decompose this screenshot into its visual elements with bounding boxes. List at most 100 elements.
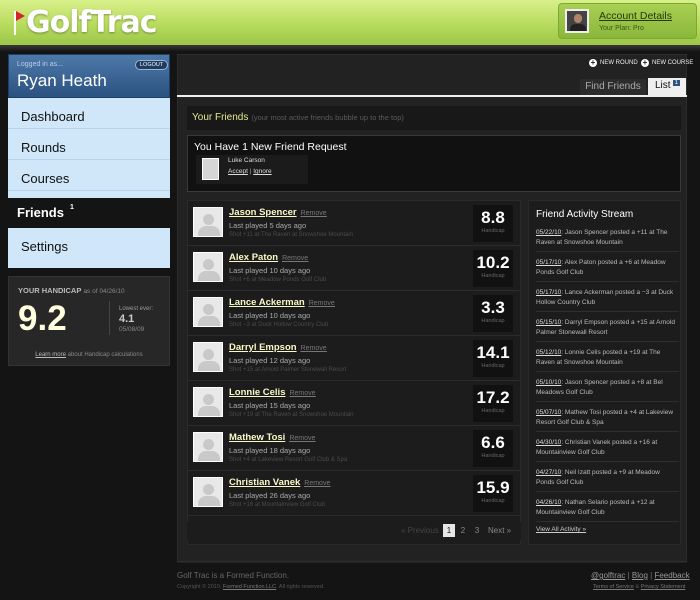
previous-page-link[interactable]: « Previous (401, 526, 439, 535)
user-box: Logged in as... LOGOUT Ryan Heath (8, 54, 170, 98)
feedback-link[interactable]: Feedback (654, 571, 689, 580)
sidebar-item-friends[interactable]: Friends 1 (0, 198, 176, 228)
new-course-button[interactable]: + NEW COURSE (641, 59, 693, 67)
section-subtitle: (your most active friends bubble up to t… (251, 113, 404, 122)
lowest-label: Lowest ever: (119, 306, 154, 312)
last-played: Last played 15 days ago (229, 401, 311, 410)
friend-handicap: 6.6 Handicap (473, 430, 513, 467)
remove-link[interactable]: Remove (301, 345, 327, 352)
last-played: Last played 5 days ago (229, 221, 307, 230)
avatar[interactable] (565, 9, 589, 33)
view-all-activity-link[interactable]: View All Activity » (536, 526, 586, 533)
handicap-as-of: as of 04/26/10 (83, 288, 125, 295)
lowest-date: 05/08/09 (119, 326, 145, 333)
stream-date-link[interactable]: 04/27/10 (536, 469, 561, 476)
last-shot: Shot +15 at Arnold Palmer Stonewall Reso… (229, 367, 347, 373)
twitter-link[interactable]: @golftrac (591, 571, 625, 580)
last-shot: Shot +11 at The Raven at Snowshoe Mounta… (229, 232, 354, 238)
remove-link[interactable]: Remove (282, 255, 308, 262)
last-shot: Shot +6 at Meadow Ponds Golf Club (229, 277, 327, 283)
friend-avatar[interactable] (193, 207, 223, 237)
new-round-button[interactable]: + NEW ROUND (589, 59, 638, 67)
last-played: Last played 26 days ago (229, 491, 311, 500)
accept-link[interactable]: Accept (228, 168, 248, 175)
friend-avatar[interactable] (193, 252, 223, 282)
friend-name-link[interactable]: Alex Paton Remove (229, 252, 308, 263)
stream-date-link[interactable]: 05/17/10 (536, 259, 561, 266)
stream-date-link[interactable]: 05/10/10 (536, 379, 561, 386)
footer-links: @golftrac | Blog | Feedback (591, 571, 690, 580)
stream-item: 04/26/10: Nathan Selario posted a +12 at… (536, 498, 679, 522)
stream-date-link[interactable]: 05/17/10 (536, 289, 561, 296)
friends-badge: 1 (69, 204, 74, 211)
friend-avatar[interactable] (193, 297, 223, 327)
sidebar-item-rounds[interactable]: Rounds (8, 129, 170, 160)
stream-title: Friend Activity Stream (536, 209, 634, 220)
account-panel: Account Details Your Plan: Pro (558, 3, 697, 39)
page-2[interactable]: 2 (457, 524, 469, 537)
sidebar-item-dashboard[interactable]: Dashboard (8, 98, 170, 129)
last-played: Last played 10 days ago (229, 266, 311, 275)
friend-name-link[interactable]: Jason Spencer Remove (229, 207, 327, 218)
remove-link[interactable]: Remove (289, 435, 315, 442)
activity-stream: Friend Activity Stream 05/22/10: Jason S… (528, 200, 681, 545)
blog-link[interactable]: Blog (632, 571, 648, 580)
friend-name-link[interactable]: Darryl Empson Remove (229, 342, 327, 353)
friend-row: Lance Ackerman Remove Last played 10 days… (188, 291, 520, 336)
friend-row: Alex Paton Remove Last played 10 days ago… (188, 246, 520, 291)
learn-more-link[interactable]: Learn more (35, 352, 66, 358)
sidebar-item-courses[interactable]: Courses (8, 160, 170, 191)
stream-date-link[interactable]: 04/30/10 (536, 439, 561, 446)
friend-avatar[interactable] (193, 387, 223, 417)
remove-link[interactable]: Remove (304, 480, 330, 487)
logged-in-label: Logged in as... (17, 61, 63, 68)
sidebar-item-label: Friends (17, 205, 64, 220)
stream-date-link[interactable]: 05/12/10 (536, 349, 561, 356)
tab-list[interactable]: List 1 (648, 78, 686, 95)
friend-avatar[interactable] (193, 342, 223, 372)
footer-brand: Golf Trac is a Formed Function. (177, 571, 290, 580)
stream-item: 05/17/10: Lance Ackerman posted a −3 at … (536, 288, 679, 312)
sidebar-nav: Dashboard Rounds Courses Settings (8, 98, 170, 268)
friend-request-box: You Have 1 New Friend Request Luke Carso… (187, 135, 681, 192)
friend-row: Christian Vanek Remove Last played 26 day… (188, 471, 520, 516)
stream-date-link[interactable]: 05/15/10 (536, 319, 561, 326)
friend-name-link[interactable]: Mathew Tosi Remove (229, 432, 315, 443)
friend-name-link[interactable]: Lance Ackerman Remove (229, 297, 335, 308)
stream-date-link[interactable]: 05/22/10 (536, 229, 561, 236)
user-name: Ryan Heath (17, 71, 107, 90)
request-thumbnail (202, 158, 219, 180)
friend-handicap: 17.2 Handicap (473, 385, 513, 422)
terms-link[interactable]: Terms of Service (593, 584, 634, 590)
account-details-link[interactable]: Account Details (599, 10, 672, 22)
remove-link[interactable]: Remove (289, 390, 315, 397)
friend-avatar[interactable] (193, 432, 223, 462)
page-3[interactable]: 3 (471, 524, 483, 537)
friend-avatar[interactable] (193, 477, 223, 507)
tab-find-friends[interactable]: Find Friends (580, 79, 646, 95)
friend-request-card: Luke Carson Accept | Ignore (196, 155, 308, 184)
golftrac-logo[interactable]: GolfTrac (4, 3, 158, 41)
stream-item: 05/17/10: Alex Paton posted a +6 at Mead… (536, 258, 679, 282)
last-shot: Shot +19 at The Raven at Snowshoe Mounta… (229, 412, 354, 418)
ignore-link[interactable]: Ignore (253, 168, 271, 175)
friend-name-link[interactable]: Christian Vanek Remove (229, 477, 330, 488)
stream-date-link[interactable]: 05/07/10 (536, 409, 561, 416)
stream-date-link[interactable]: 04/26/10 (536, 499, 561, 506)
sidebar-item-settings[interactable]: Settings (8, 229, 170, 260)
handicap-value: 9.2 (18, 299, 67, 338)
last-played: Last played 10 days ago (229, 311, 311, 320)
friend-name-link[interactable]: Lonnie Celis Remove (229, 387, 316, 398)
formed-function-link[interactable]: Formed Function LLC (223, 584, 276, 590)
next-page-link[interactable]: Next » (488, 526, 511, 535)
page-1[interactable]: 1 (443, 524, 455, 537)
logout-button[interactable]: LOGOUT (135, 60, 169, 70)
remove-link[interactable]: Remove (309, 300, 335, 307)
friend-row: Mathew Tosi Remove Last played 18 days ag… (188, 426, 520, 471)
last-played: Last played 18 days ago (229, 446, 311, 455)
stream-item: 05/22/10: Jason Spencer posted a +11 at … (536, 228, 679, 252)
handicap-learn-more: Learn more about Handicap calculations (35, 352, 143, 358)
last-shot: Shot −3 at Duck Hollow Country Club (229, 322, 329, 328)
privacy-link[interactable]: Privacy Statement (641, 584, 686, 590)
remove-link[interactable]: Remove (301, 210, 327, 217)
